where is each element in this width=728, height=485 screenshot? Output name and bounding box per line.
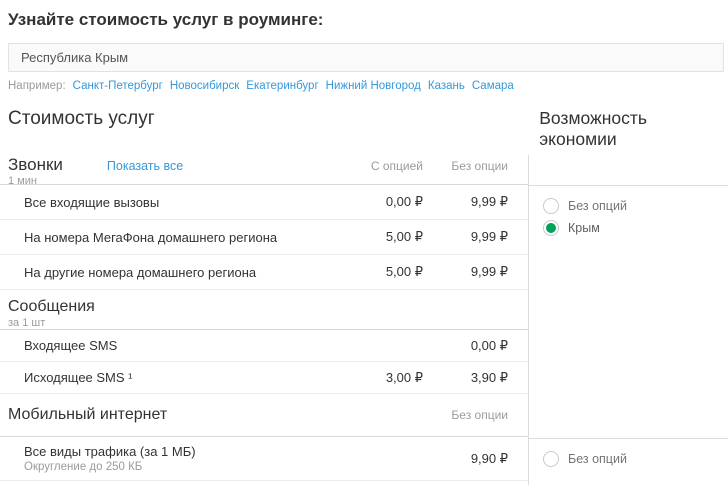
savings-panel: Без опций Крым Без опций [529,155,728,485]
col-header-with-option: С опцией [338,159,423,173]
radio-option-krym[interactable]: Крым [543,220,728,236]
messages-group-header: Сообщения за 1 шт [0,290,528,330]
col-header-without-option: Без опции [423,408,508,422]
row-label: Исходящее SMS ¹ [0,370,338,385]
radio-label: Без опций [568,199,627,213]
radio-icon [543,198,559,214]
row-value-with-option: 0,00 ₽ [338,194,423,210]
table-row: Исходящее SMS ¹ 3,00 ₽ 3,90 ₽ [0,362,528,394]
savings-spacer [529,155,728,185]
radio-label: Крым [568,221,600,235]
row-label: Все виды трафика (за 1 МБ) [24,444,338,459]
table-row: На номера МегаФона домашнего региона 5,0… [0,220,528,255]
example-cities: Например: Санкт-Петербург Новосибирск Екате… [8,80,720,92]
calls-title: Звонки [8,155,63,175]
messages-title: Сообщения [8,298,528,316]
table-row: Все виды трафика (за 1 МБ) Округление до… [0,437,528,481]
examples-label: Например: [8,80,66,92]
table-row: На другие номера домашнего региона 5,00 … [0,255,528,290]
table-row: Все входящие вызовы 0,00 ₽ 9,99 ₽ [0,185,528,220]
row-value-without-option: 9,99 ₽ [423,264,508,280]
radio-icon [543,220,559,236]
radio-icon [543,451,559,467]
example-city-link[interactable]: Новосибирск [170,80,239,92]
cost-table: Звонки Показать все С опцией Без опции 1… [0,155,529,485]
row-label: Все входящие вызовы [0,195,338,210]
row-value-with-option: 5,00 ₽ [338,264,423,280]
savings-heading: Возможность экономии [525,108,728,150]
table-row: Входящее SMS 0,00 ₽ [0,330,528,362]
roaming-cost-page: Узнайте стоимость услуг в роуминге: Напр… [0,10,728,474]
calls-options-section: Без опций Крым [529,185,728,438]
example-city-link[interactable]: Санкт-Петербург [73,80,163,92]
internet-group-header: Мобильный интернет Без опции [0,394,528,437]
internet-title: Мобильный интернет [0,406,423,424]
row-value-without-option: 3,90 ₽ [423,370,508,386]
radio-option-no-options[interactable]: Без опций [543,198,728,214]
internet-options-section: Без опций [529,438,728,467]
row-label: На номера МегаФона домашнего региона [0,230,338,245]
page-title: Узнайте стоимость услуг в роуминге: [8,10,720,30]
show-all-link[interactable]: Показать все [107,159,183,173]
example-city-link[interactable]: Казань [428,80,465,92]
col-header-without-option: Без опции [423,159,508,173]
example-city-link[interactable]: Самара [472,80,514,92]
row-value-without-option: 9,90 ₽ [423,451,508,467]
region-input[interactable] [8,43,724,72]
row-sublabel: Округление до 250 КБ [24,461,338,473]
row-value-without-option: 9,99 ₽ [423,194,508,210]
row-value-without-option: 9,99 ₽ [423,229,508,245]
radio-option-no-options[interactable]: Без опций [543,451,728,467]
row-value-with-option: 3,00 ₽ [338,370,423,386]
row-label: На другие номера домашнего региона [0,265,338,280]
row-label-group: Все виды трафика (за 1 МБ) Округление до… [0,444,338,473]
calls-group-header: Звонки Показать все С опцией Без опции 1… [0,155,528,185]
example-city-link[interactable]: Нижний Новгород [326,80,421,92]
section-headings: Стоимость услуг Возможность экономии [0,108,728,150]
row-value-with-option: 5,00 ₽ [338,229,423,245]
messages-unit: за 1 шт [8,317,528,329]
row-label: Входящее SMS [0,338,338,353]
row-value-without-option: 0,00 ₽ [423,338,508,354]
main-area: Звонки Показать все С опцией Без опции 1… [0,155,728,485]
cost-heading: Стоимость услуг [0,108,525,130]
example-city-link[interactable]: Екатеринбург [246,80,318,92]
